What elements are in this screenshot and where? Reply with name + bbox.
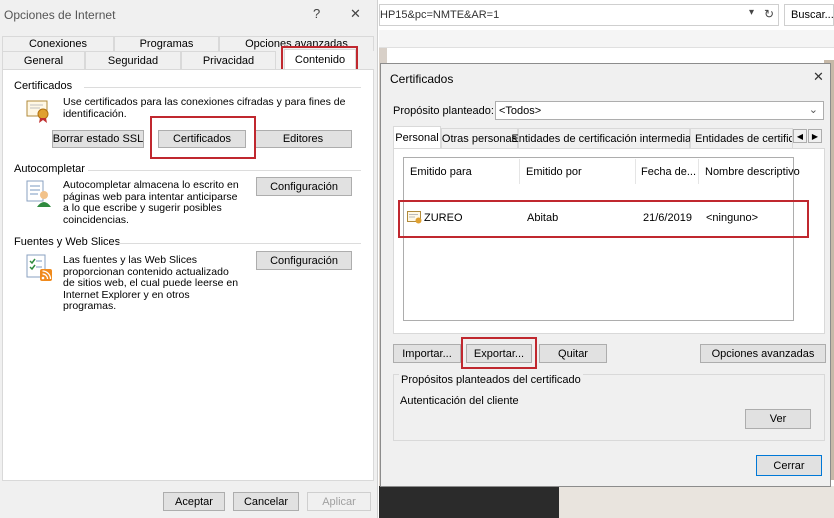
tab-privacidad[interactable]: Privacidad bbox=[181, 51, 276, 69]
apply-button[interactable]: Aplicar bbox=[307, 492, 371, 511]
tab-contenido[interactable]: Contenido bbox=[284, 49, 356, 69]
purpose-select-value: <Todos> bbox=[499, 105, 542, 117]
clear-ssl-button[interactable]: Borrar estado SSL bbox=[52, 130, 144, 148]
browser-toolbar-divider bbox=[379, 30, 834, 48]
autocomplete-icon bbox=[26, 180, 52, 208]
web-page-image bbox=[379, 486, 559, 518]
cancel-button[interactable]: Cancelar bbox=[233, 492, 299, 511]
search-label: Buscar... bbox=[791, 9, 834, 21]
web-page-image bbox=[559, 486, 834, 518]
autocomplete-description: Autocompletar almacena lo escrito en pág… bbox=[63, 179, 239, 226]
tab-scroll-right-icon[interactable]: ▶ bbox=[808, 129, 822, 143]
column-header-date[interactable]: Fecha de... bbox=[641, 166, 696, 178]
section-divider bbox=[88, 170, 361, 171]
autocomplete-settings-button[interactable]: Configuración bbox=[256, 177, 352, 196]
tab-personal[interactable]: Personal bbox=[393, 126, 441, 148]
publishers-button[interactable]: Editores bbox=[254, 130, 352, 148]
certificates-dialog: Certificados ✕ Propósito planteado: <Tod… bbox=[380, 63, 831, 487]
certificates-dialog-title: Certificados bbox=[390, 72, 454, 86]
tab-intermedias[interactable]: Entidades de certificación intermedias bbox=[511, 128, 697, 148]
close-icon[interactable]: ✕ bbox=[350, 6, 361, 22]
chevron-down-icon: ⌄ bbox=[808, 104, 818, 116]
address-bar[interactable]: HP15&pc=NMTE&AR=1 ▾ ↻ bbox=[379, 4, 779, 26]
feeds-description: Las fuentes y las Web Slices proporciona… bbox=[63, 254, 239, 312]
tab-scroll-left-icon[interactable]: ◀ bbox=[793, 129, 807, 143]
section-divider bbox=[110, 243, 361, 244]
certificate-purposes-value: Autenticación del cliente bbox=[400, 395, 519, 407]
tab-entidades-certificacion[interactable]: Entidades de certificación bbox=[690, 128, 793, 148]
certificates-description: Use certificados para las conexiones cif… bbox=[63, 96, 346, 120]
remove-button[interactable]: Quitar bbox=[539, 344, 607, 363]
cell-friendly-name: <ninguno> bbox=[706, 212, 758, 224]
certificate-icon bbox=[26, 98, 52, 124]
internet-options-window: Opciones de Internet ? ✕ Conexiones Prog… bbox=[0, 0, 378, 518]
export-button[interactable]: Exportar... bbox=[466, 344, 532, 363]
dialog-close-icon[interactable]: ✕ bbox=[813, 69, 824, 85]
certificate-purposes-heading: Propósitos planteados del certificado bbox=[399, 374, 583, 386]
certificates-heading: Certificados bbox=[14, 80, 73, 92]
certificate-list[interactable] bbox=[403, 157, 794, 321]
search-box[interactable]: Buscar... bbox=[784, 4, 834, 26]
cell-issued-to: ZUREO bbox=[424, 212, 463, 224]
address-text: HP15&pc=NMTE&AR=1 bbox=[380, 9, 500, 21]
help-icon[interactable]: ? bbox=[313, 6, 320, 21]
column-separator bbox=[635, 159, 636, 184]
section-divider bbox=[84, 87, 361, 88]
tab-programas[interactable]: Programas bbox=[114, 36, 219, 51]
tab-otras-personas[interactable]: Otras personas bbox=[441, 128, 518, 148]
dropdown-arrow-icon[interactable]: ▾ bbox=[749, 7, 754, 18]
column-separator bbox=[519, 159, 520, 184]
column-header-issued-to[interactable]: Emitido para bbox=[410, 166, 472, 178]
certificates-button[interactable]: Certificados bbox=[158, 130, 246, 148]
refresh-icon[interactable]: ↻ bbox=[764, 7, 774, 21]
close-button[interactable]: Cerrar bbox=[756, 455, 822, 476]
view-button[interactable]: Ver bbox=[745, 409, 811, 429]
tab-general[interactable]: General bbox=[2, 51, 85, 69]
import-button[interactable]: Importar... bbox=[393, 344, 461, 363]
table-row[interactable]: ZUREO Abitab 21/6/2019 <ninguno> bbox=[404, 207, 793, 229]
advanced-options-button[interactable]: Opciones avanzadas bbox=[700, 344, 826, 363]
purpose-select[interactable]: <Todos> ⌄ bbox=[495, 101, 824, 120]
autocomplete-heading: Autocompletar bbox=[14, 163, 85, 175]
tab-seguridad[interactable]: Seguridad bbox=[85, 51, 181, 69]
purpose-label: Propósito planteado: bbox=[393, 105, 494, 117]
certificate-icon bbox=[407, 211, 423, 225]
column-separator bbox=[698, 159, 699, 184]
accept-button[interactable]: Aceptar bbox=[163, 492, 225, 511]
window-title: Opciones de Internet bbox=[4, 8, 116, 22]
column-header-issued-by[interactable]: Emitido por bbox=[526, 166, 582, 178]
cell-issued-by: Abitab bbox=[527, 212, 559, 224]
tab-conexiones[interactable]: Conexiones bbox=[2, 36, 114, 51]
feeds-settings-button[interactable]: Configuración bbox=[256, 251, 352, 270]
cell-date: 21/6/2019 bbox=[643, 212, 692, 224]
feeds-heading: Fuentes y Web Slices bbox=[14, 236, 121, 248]
column-header-friendly-name[interactable]: Nombre descriptivo bbox=[705, 166, 800, 178]
feeds-icon bbox=[26, 254, 54, 282]
